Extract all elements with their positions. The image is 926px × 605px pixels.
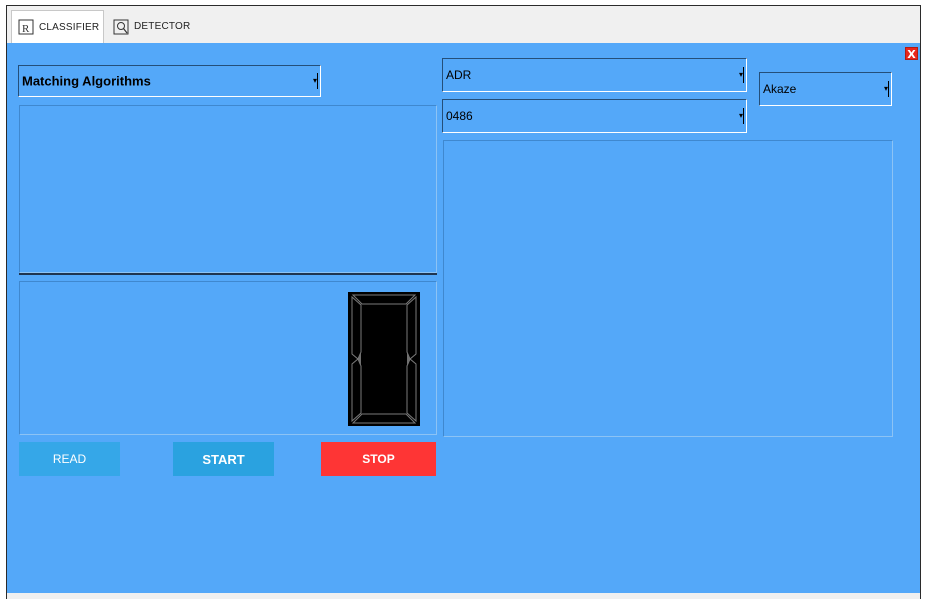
method-select[interactable]: Akaze ▾ [759,72,892,106]
tab-detector[interactable]: DETECTOR [107,10,200,43]
close-button[interactable]: X [905,47,918,61]
tab-classifier[interactable]: R CLASSIFIER [11,10,104,43]
tab-bar: R CLASSIFIER DETECTOR [7,6,920,44]
read-button[interactable]: READ [19,442,120,476]
algorithm-output-panel [19,105,437,273]
chevron-down-icon: ▾ [737,108,744,124]
start-button-label: START [202,451,245,467]
classifier-panel: X Matching Algorithms ▾ READ START STOP … [7,43,920,593]
close-icon: X [907,48,916,61]
stop-button[interactable]: STOP [321,442,436,476]
detector-icon [113,19,129,35]
chevron-down-icon: ▾ [737,67,744,83]
panel-divider [19,273,437,275]
code-select-value: 0486 [446,109,473,123]
tab-classifier-label: CLASSIFIER [39,21,100,33]
status-strip [7,593,920,599]
code-select[interactable]: 0486 ▾ [442,99,747,133]
seven-segment-display: 0 [348,292,420,426]
tab-detector-label: DETECTOR [134,21,191,32]
svg-text:R: R [22,23,30,35]
algorithm-select[interactable]: Matching Algorithms ▾ [18,65,321,97]
chevron-down-icon: ▾ [882,81,889,97]
chevron-down-icon: ▾ [311,73,318,89]
app-window: R CLASSIFIER DETECTOR X Matching Algorit… [6,5,921,599]
read-button-label: READ [52,452,87,466]
start-button[interactable]: START [173,442,274,476]
classifier-icon: R [18,19,34,35]
algorithm-select-value: Matching Algorithms [22,73,151,89]
method-select-value: Akaze [763,82,797,96]
image-preview-panel [443,140,893,437]
category-select-value: ADR [446,68,472,82]
counter-digit-graphic [348,292,420,426]
stop-button-label: STOP [362,452,395,466]
category-select[interactable]: ADR ▾ [442,58,747,92]
counter-panel: 0 [19,281,437,435]
